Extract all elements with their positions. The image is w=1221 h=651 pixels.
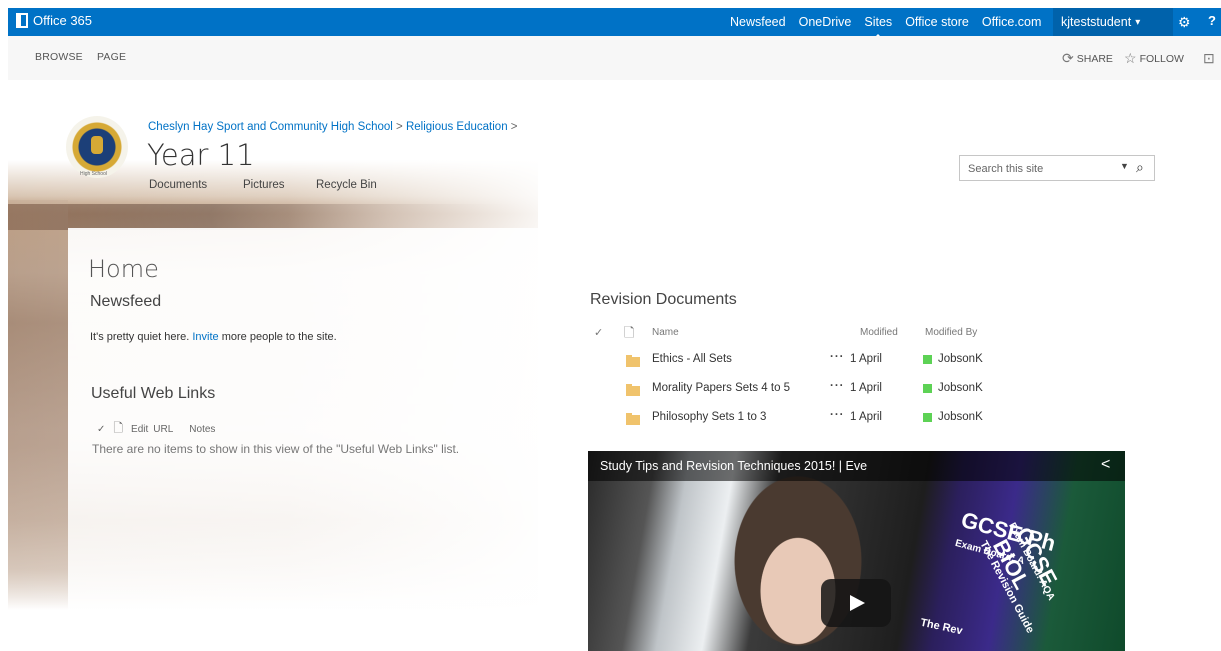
folder-icon	[626, 384, 640, 396]
column-url[interactable]: URL	[153, 424, 173, 435]
share-label: SHARE	[1076, 52, 1113, 65]
search-scope-dropdown-icon[interactable]: ▼	[1120, 161, 1129, 171]
document-type-icon: 🗋	[113, 421, 124, 435]
newsfeed-text-before: It's pretty quiet here.	[90, 331, 193, 343]
school-logo-caption: High School	[80, 171, 107, 177]
breadcrumb-religious-education[interactable]: Religious Education	[406, 121, 508, 133]
user-menu[interactable]: kjteststudent ▾	[1053, 8, 1173, 36]
suite-nav: Newsfeed OneDrive Sites Office store Off…	[730, 8, 1054, 38]
breadcrumb: Cheslyn Hay Sport and Community High Sch…	[148, 121, 518, 133]
column-notes[interactable]: Notes	[189, 424, 215, 435]
newsfeed-text-after: more people to the site.	[218, 331, 337, 343]
breadcrumb-school[interactable]: Cheslyn Hay Sport and Community High Sch…	[148, 121, 393, 133]
suite-bar: Office 365 Newsfeed OneDrive Sites Offic…	[8, 8, 1221, 38]
chevron-down-icon: ▾	[1135, 16, 1141, 28]
column-name[interactable]: Name	[652, 327, 679, 338]
document-modified: 1 April	[850, 382, 882, 394]
modified-by-name: JobsonK	[938, 353, 983, 365]
follow-label: FOLLOW	[1139, 52, 1184, 65]
focus-icon[interactable]: ⊡	[1203, 50, 1218, 67]
quick-launch-documents[interactable]: Documents	[149, 179, 207, 191]
page-title: Home	[88, 255, 159, 283]
document-modified: 1 April	[850, 353, 882, 365]
document-modified-by[interactable]: JobsonK	[923, 353, 983, 365]
gear-icon[interactable]: ⚙	[1178, 14, 1191, 31]
document-name[interactable]: Ethics - All Sets	[652, 353, 732, 365]
search-icon[interactable]: ⌕	[1136, 159, 1144, 176]
star-icon: ☆	[1124, 50, 1137, 66]
breadcrumb-separator: >	[510, 121, 518, 133]
more-options-icon[interactable]: ···	[830, 351, 845, 363]
nav-office-com[interactable]: Office.com	[982, 15, 1042, 29]
video-title[interactable]: Study Tips and Revision Techniques 2015!…	[600, 459, 867, 473]
select-all-check-icon[interactable]: ✓	[97, 424, 105, 435]
select-all-check-icon[interactable]: ✓	[594, 326, 603, 339]
column-modified[interactable]: Modified	[860, 327, 898, 338]
breadcrumb-separator: >	[396, 121, 403, 133]
site-title[interactable]: Year 11	[147, 138, 255, 172]
tab-page[interactable]: PAGE	[97, 51, 126, 63]
nav-office-store[interactable]: Office store	[905, 15, 969, 29]
brand-label: Office 365	[33, 13, 93, 28]
nav-onedrive[interactable]: OneDrive	[799, 15, 852, 29]
video-embed[interactable]: GCSE Ph Exam Board: A GCSE BIOL Exam Boa…	[588, 451, 1125, 651]
modified-by-name: JobsonK	[938, 411, 983, 423]
useful-links-empty-message: There are no items to show in this view …	[92, 442, 460, 456]
list-item[interactable]: Morality Papers Sets 4 to 5 ··· 1 April …	[590, 380, 1010, 400]
folder-icon	[626, 355, 640, 367]
newsfeed-message: It's pretty quiet here. Invite more peop…	[90, 331, 337, 343]
revision-documents-header: ✓ 🗋 Name Modified Modified By	[594, 325, 1014, 342]
modified-by-name: JobsonK	[938, 382, 983, 394]
column-edit[interactable]: Edit	[131, 424, 148, 435]
help-icon[interactable]: ?	[1208, 13, 1216, 28]
column-modified-by[interactable]: Modified By	[925, 327, 977, 338]
revision-documents-title[interactable]: Revision Documents	[590, 291, 737, 309]
share-icon: ⟳	[1062, 50, 1074, 66]
document-modified-by[interactable]: JobsonK	[923, 382, 983, 394]
nav-newsfeed[interactable]: Newsfeed	[730, 15, 786, 29]
newsfeed-title[interactable]: Newsfeed	[90, 293, 161, 311]
ribbon	[8, 36, 1221, 80]
user-name: kjteststudent	[1061, 15, 1132, 29]
useful-links-title[interactable]: Useful Web Links	[91, 385, 215, 403]
document-modified-by[interactable]: JobsonK	[923, 411, 983, 423]
document-name[interactable]: Morality Papers Sets 4 to 5	[652, 382, 790, 394]
quick-launch-pictures[interactable]: Pictures	[243, 179, 285, 191]
nav-sites[interactable]: Sites	[864, 15, 892, 38]
search-input[interactable]	[966, 157, 1110, 181]
share-button[interactable]: ⟳ SHARE	[1062, 50, 1113, 67]
share-icon[interactable]: <	[1101, 456, 1110, 474]
school-logo[interactable]	[66, 116, 128, 178]
presence-icon	[923, 383, 932, 393]
presence-icon	[923, 412, 932, 422]
more-options-icon[interactable]: ···	[830, 380, 845, 392]
more-options-icon[interactable]: ···	[830, 409, 845, 421]
list-item[interactable]: Philosophy Sets 1 to 3 ··· 1 April Jobso…	[590, 409, 1010, 429]
presence-icon	[923, 354, 932, 364]
list-item[interactable]: Ethics - All Sets ··· 1 April JobsonK	[590, 351, 1010, 371]
search-box: ▼ ⌕	[959, 155, 1155, 181]
folder-icon	[626, 413, 640, 425]
office-logo-icon	[16, 13, 28, 28]
play-button[interactable]	[821, 579, 891, 627]
useful-links-header: ✓ 🗋 Edit URL Notes	[97, 419, 223, 440]
document-modified: 1 April	[850, 411, 882, 423]
document-type-icon: 🗋	[624, 325, 635, 340]
invite-link[interactable]: Invite	[192, 331, 218, 343]
tab-browse[interactable]: BROWSE	[35, 51, 83, 63]
office365-brand[interactable]: Office 365	[16, 13, 92, 28]
document-name[interactable]: Philosophy Sets 1 to 3	[652, 411, 766, 423]
quick-launch-recycle-bin[interactable]: Recycle Bin	[316, 179, 377, 191]
follow-button[interactable]: ☆ FOLLOW	[1124, 50, 1184, 67]
